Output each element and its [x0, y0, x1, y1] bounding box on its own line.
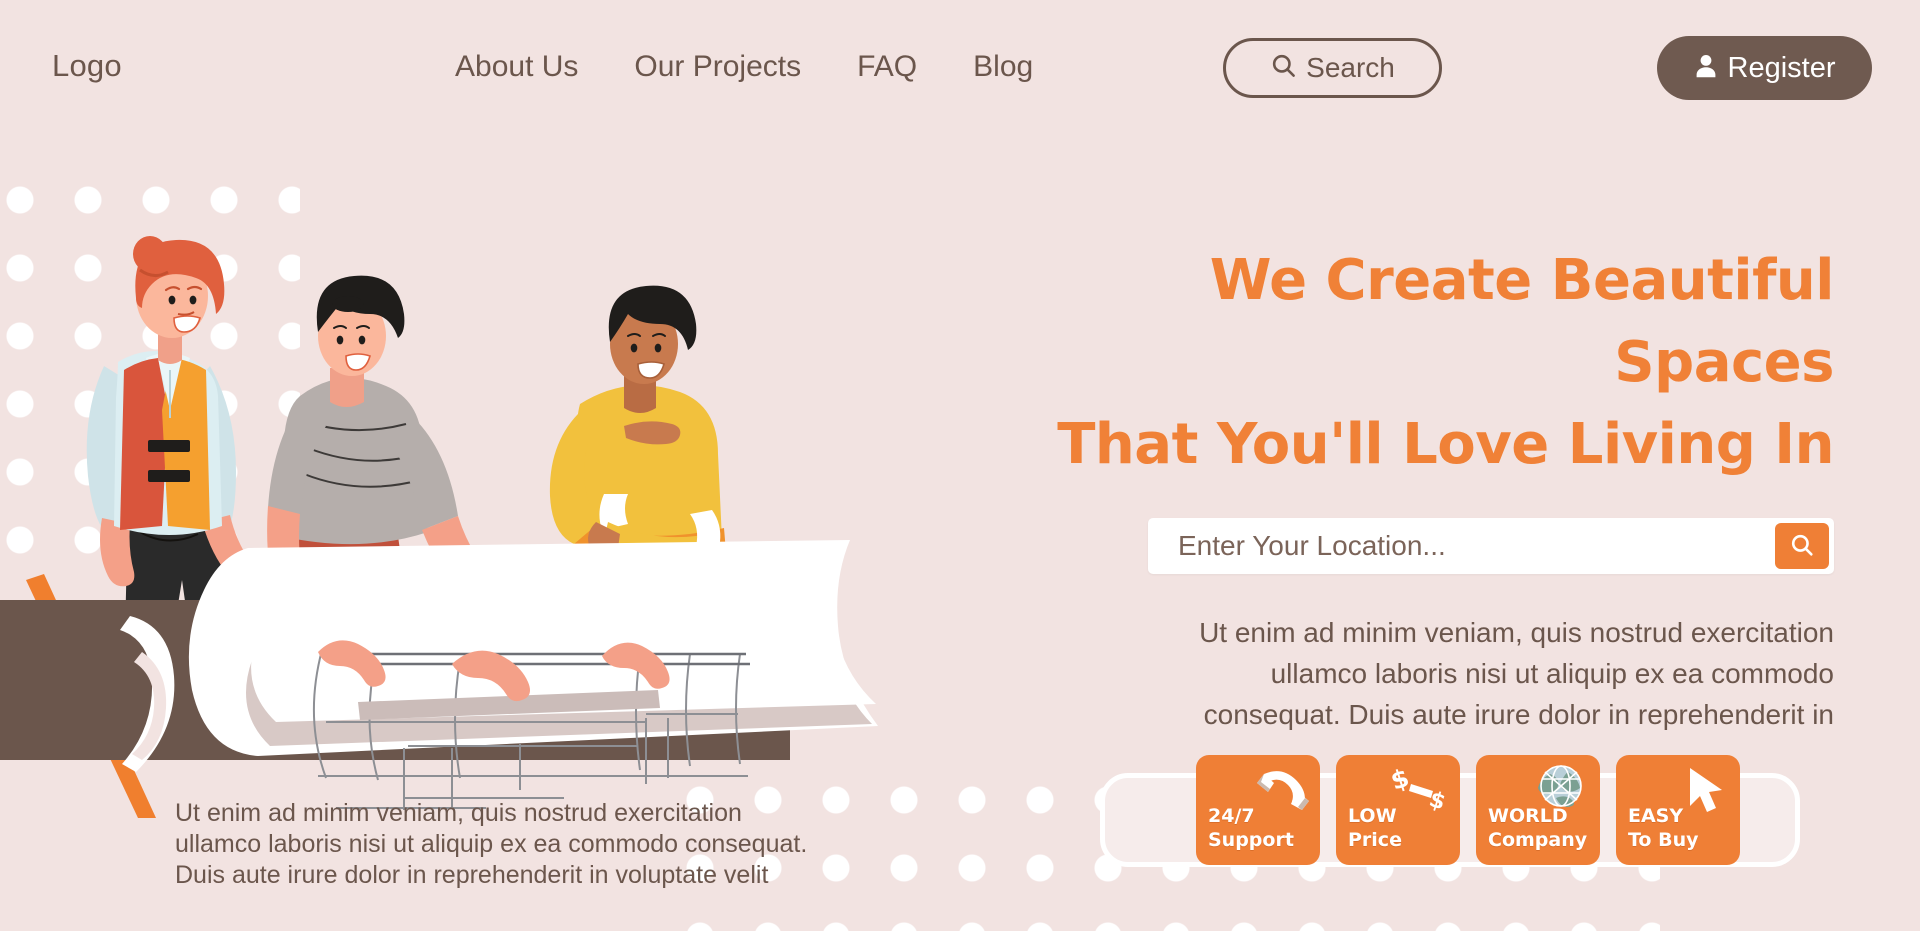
location-search-bar — [1148, 518, 1834, 574]
search-icon — [1789, 532, 1815, 561]
location-search-submit-button[interactable] — [1775, 523, 1829, 569]
main-navigation: About Us Our Projects FAQ Blog — [455, 50, 1033, 84]
nav-item-blog[interactable]: Blog — [973, 50, 1033, 84]
nav-item-our-projects[interactable]: Our Projects — [634, 50, 801, 84]
badge-label: WORLD Company — [1488, 805, 1588, 851]
badge-easy-to-buy[interactable]: EASY To Buy — [1616, 755, 1740, 865]
hero-headline: We Create Beautiful Spaces That You'll L… — [1057, 248, 1834, 477]
location-search-input[interactable] — [1148, 530, 1775, 562]
hero-paragraph: Ut enim ad minim veniam, quis nostrud ex… — [1199, 617, 1834, 730]
site-header: Logo About Us Our Projects FAQ Blog Sear… — [0, 0, 1920, 118]
badges-row: 24/7 Support $ $ LOW Price WORLD Company… — [1196, 755, 1740, 865]
feature-badges: 24/7 Support $ $ LOW Price WORLD Company… — [1100, 755, 1800, 867]
nav-item-faq[interactable]: FAQ — [857, 50, 917, 84]
header-search-label: Search — [1306, 52, 1395, 83]
site-logo[interactable]: Logo — [52, 48, 122, 84]
illustration-caption: Ut enim ad minim veniam, quis nostrud ex… — [175, 799, 808, 889]
nav-item-about-us[interactable]: About Us — [455, 50, 578, 84]
hero-content: We Create Beautiful Spaces That You'll L… — [1010, 240, 1890, 735]
badge-label: EASY To Buy — [1628, 805, 1699, 851]
header-search-button[interactable]: Search — [1223, 38, 1442, 98]
badge-24-7-support[interactable]: 24/7 Support — [1196, 755, 1320, 865]
landing-page: Logo About Us Our Projects FAQ Blog Sear… — [0, 0, 1920, 931]
badge-low-price[interactable]: $ $ LOW Price — [1336, 755, 1460, 865]
badge-world-company[interactable]: WORLD Company — [1476, 755, 1600, 865]
badge-label: LOW Price — [1348, 805, 1402, 851]
register-button[interactable]: Register — [1657, 36, 1872, 100]
search-icon — [1270, 52, 1297, 84]
user-icon — [1694, 53, 1718, 84]
badge-label: 24/7 Support — [1208, 805, 1294, 851]
register-label: Register — [1727, 51, 1836, 84]
hero-illustration — [0, 118, 980, 818]
